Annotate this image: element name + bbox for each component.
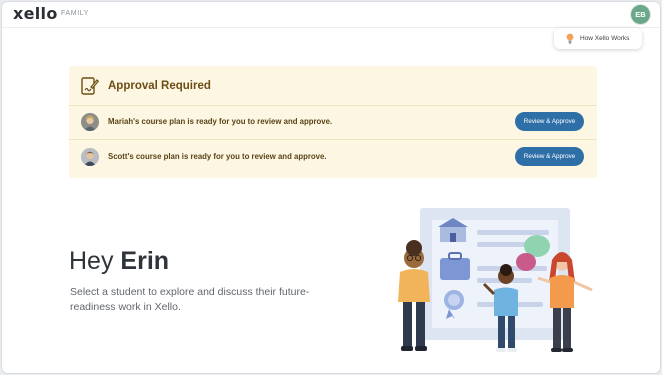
student-photo-scott xyxy=(81,148,99,166)
top-navigation-bar: xello FAMILY EB xyxy=(2,2,660,28)
approval-title: Approval Required xyxy=(108,80,211,92)
greeting-word: Hey xyxy=(69,247,114,275)
approval-message: Mariah's course plan is ready for you to… xyxy=(108,117,333,126)
how-xello-works-button[interactable]: How Xello Works xyxy=(554,28,642,49)
app-window: xello FAMILY EB How Xello Works Approval… xyxy=(1,1,661,374)
student-photo-mariah xyxy=(81,113,99,131)
review-approve-button[interactable]: Review & Approve xyxy=(515,112,584,131)
document-signature-icon xyxy=(81,77,99,95)
approval-row: Mariah's course plan is ready for you to… xyxy=(69,105,597,140)
how-xello-works-label: How Xello Works xyxy=(580,35,630,42)
approval-row: Scott's course plan is ready for you to … xyxy=(69,140,597,174)
user-avatar[interactable]: EB xyxy=(631,5,650,24)
xello-logo[interactable]: xello xyxy=(13,4,58,23)
approval-required-panel: Approval Required Mariah's course plan i… xyxy=(69,66,597,178)
greeting-heading: Hey Erin xyxy=(69,247,169,276)
approval-header: Approval Required xyxy=(69,66,597,106)
review-approve-button[interactable]: Review & Approve xyxy=(515,147,584,166)
section-label: FAMILY xyxy=(61,10,89,17)
approval-message: Scott's course plan is ready for you to … xyxy=(108,152,327,161)
lightbulb-icon xyxy=(566,33,574,44)
greeting-subtitle: Select a student to explore and discuss … xyxy=(70,286,310,313)
user-first-name: Erin xyxy=(120,247,170,275)
students-illustration xyxy=(398,208,593,352)
